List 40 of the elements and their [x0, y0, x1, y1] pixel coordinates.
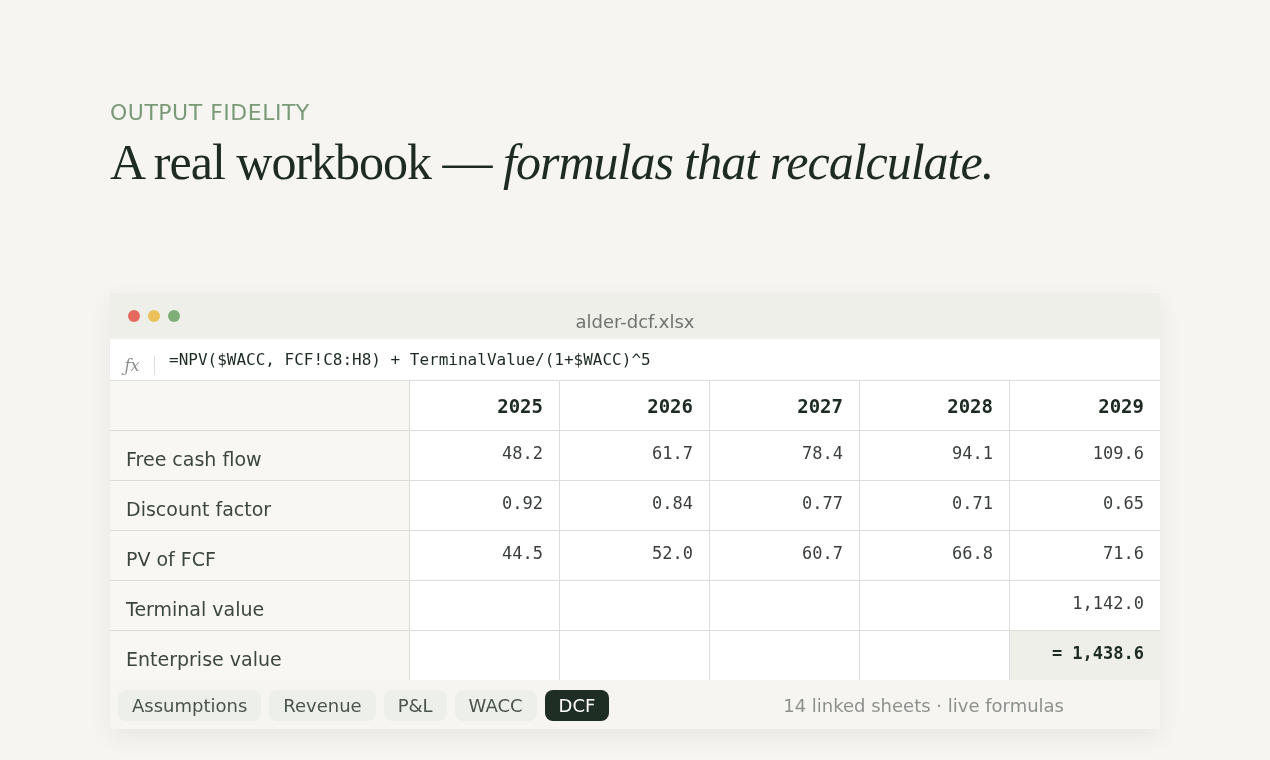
sheet-tab[interactable]: P&L	[383, 690, 447, 721]
table-cell: 0.92	[410, 481, 560, 530]
table-cell: 48.2	[410, 431, 560, 480]
sheet-tab[interactable]: Revenue	[269, 690, 376, 721]
column-header: 2029	[1097, 394, 1145, 419]
formula-text[interactable]: =NPV($WACC, FCF!C8:H8) + TerminalValue/(1+$WACC)^5	[169, 350, 651, 369]
table-cell: 0.77	[710, 481, 860, 530]
table-cell-text: 1,142.0	[1071, 592, 1145, 615]
sheet-tab[interactable]: Assumptions	[118, 690, 262, 721]
row-label: PV of FCF	[110, 531, 410, 580]
table-cell: 44.5	[410, 531, 560, 580]
table-cell: 52.0	[560, 531, 710, 580]
row-label: Free cash flow	[110, 431, 410, 480]
table-cell: 0.71	[860, 481, 1010, 530]
eyebrow-label: OUTPUT FIDELITY	[110, 100, 311, 125]
footer-note: 14 linked sheets · live formulas	[783, 695, 1064, 716]
close-icon[interactable]	[128, 310, 140, 322]
row-label: Discount factor	[110, 481, 410, 530]
minimize-icon[interactable]	[148, 310, 160, 322]
table-cell-text: 0.65	[1102, 492, 1145, 515]
row-label: Terminal value	[110, 581, 410, 630]
table-cell: 66.8	[860, 531, 1010, 580]
column-header: 2026	[560, 381, 710, 430]
column-header: 2028	[860, 381, 1010, 430]
column-header: 2027	[710, 381, 860, 430]
row-label: Enterprise value	[110, 631, 410, 680]
window-title: alder-dcf.xlsx	[575, 310, 695, 332]
column-header: 2025	[410, 381, 560, 430]
table-cell: 0.84	[560, 481, 710, 530]
table-cell: 60.7	[710, 531, 860, 580]
table-cell: 78.4	[710, 431, 860, 480]
table-cell: 61.7	[560, 431, 710, 480]
headline: A real workbook — formulas that recalculate.	[110, 133, 995, 191]
table-cell-text: 109.6	[1091, 442, 1145, 465]
sheet-tab[interactable]: WACC	[454, 690, 537, 721]
table-cell: = 1,438.6	[1010, 631, 1160, 680]
sheet-tab[interactable]: DCF	[544, 690, 610, 721]
table-cell-text: 71.6	[1102, 542, 1145, 565]
maximize-icon[interactable]	[168, 310, 180, 322]
table-cell: 94.1	[860, 431, 1010, 480]
